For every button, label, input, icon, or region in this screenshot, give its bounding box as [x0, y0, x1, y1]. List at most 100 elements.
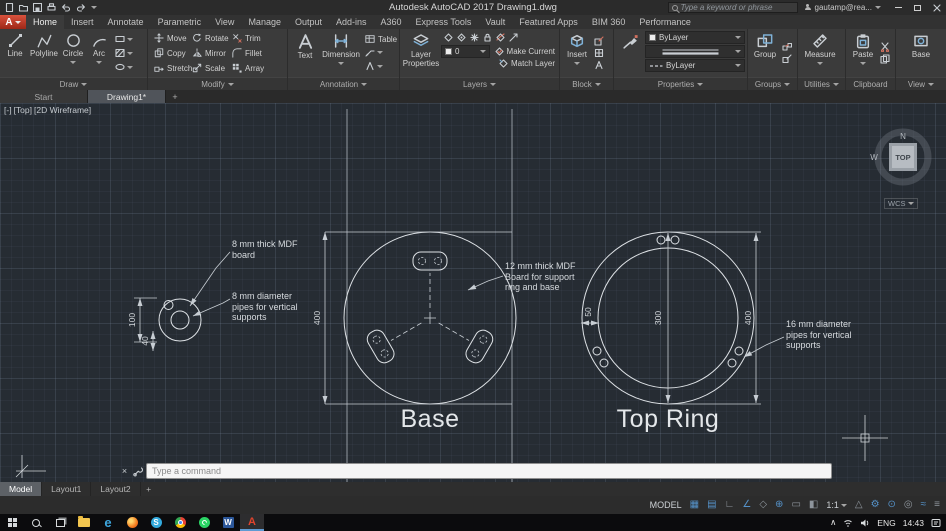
layer-isolate-icon[interactable] — [457, 33, 466, 42]
group-edit-icon[interactable] — [782, 54, 792, 64]
osnap-toggle[interactable]: ⊕ — [775, 500, 783, 510]
transparency-toggle[interactable]: ◧ — [809, 500, 818, 510]
file-explorer-button[interactable] — [72, 514, 96, 531]
tab-insert[interactable]: Insert — [64, 15, 101, 29]
leader-button[interactable] — [363, 46, 399, 58]
utilities-panel-label[interactable]: Utilities — [798, 77, 845, 90]
view-panel-label[interactable]: View — [896, 77, 946, 90]
note-12mm-mdf-board[interactable]: 12 mm thick MDF Board for support ring a… — [505, 261, 589, 293]
lineweight-dropdown[interactable] — [645, 45, 745, 58]
base-view[interactable]: 400 — [312, 231, 517, 405]
group-button[interactable]: Group — [750, 30, 780, 76]
block-edit-icon[interactable] — [594, 36, 604, 46]
model-space-canvas[interactable]: 100 40 400 300 50 400 TOP N W [-] [Top] … — [0, 103, 946, 482]
maximize-button[interactable] — [908, 0, 927, 15]
object-color-dropdown[interactable]: ByLayer — [645, 31, 745, 44]
draw-panel-label[interactable]: Draw — [0, 77, 147, 90]
new-layout-button[interactable]: + — [141, 482, 157, 496]
tab-addins[interactable]: Add-ins — [329, 15, 374, 29]
block-create-icon[interactable] — [594, 48, 604, 58]
properties-panel-label[interactable]: Properties — [614, 77, 747, 90]
clock[interactable]: 14:43 — [903, 518, 924, 528]
layout-tab-model[interactable]: Model — [0, 482, 43, 496]
dimension-button[interactable]: Dimension — [321, 30, 361, 76]
note-8mm-mdf-board[interactable]: 8 mm thick MDF board — [232, 239, 300, 260]
close-button[interactable] — [927, 0, 946, 15]
tab-bim360[interactable]: BIM 360 — [585, 15, 633, 29]
grid-toggle[interactable]: ▦ — [690, 500, 699, 510]
stretch-button[interactable]: Stretch — [152, 61, 192, 76]
trim-button[interactable]: Trim — [230, 31, 266, 46]
support-plate-detail[interactable]: 100 40 — [127, 251, 231, 351]
file-tab-drawing1[interactable]: Drawing1* — [88, 90, 166, 103]
edge-button[interactable]: e — [96, 514, 120, 531]
measure-button[interactable]: Measure — [800, 30, 840, 76]
annotation-visibility-toggle[interactable]: △ — [855, 500, 863, 510]
top-ring-title[interactable]: Top Ring — [617, 405, 720, 434]
scale-button[interactable]: Scale — [190, 61, 230, 76]
new-file-icon[interactable] — [5, 3, 14, 12]
word-button[interactable]: W — [216, 514, 240, 531]
command-customize-wrench-icon[interactable] — [133, 466, 144, 477]
graphics-performance-toggle[interactable]: ≈ — [921, 500, 927, 510]
copy-button[interactable]: Copy — [152, 46, 190, 61]
save-icon[interactable] — [33, 3, 42, 12]
account-signin[interactable]: gautamp@rea... — [804, 3, 881, 12]
line-button[interactable]: Line — [2, 30, 28, 76]
model-paper-toggle[interactable]: MODEL — [650, 500, 682, 510]
base-title[interactable]: Base — [401, 405, 460, 434]
table-button[interactable]: Table — [363, 34, 399, 44]
array-button[interactable]: Array — [230, 61, 266, 76]
layer-walk-icon[interactable] — [509, 33, 518, 42]
command-close-icon[interactable]: × — [118, 466, 131, 476]
top-ring-view[interactable]: 300 50 400 — [581, 231, 785, 405]
plot-icon[interactable] — [47, 3, 56, 12]
paste-button[interactable]: Paste — [848, 30, 878, 76]
tab-featured-apps[interactable]: Featured Apps — [512, 15, 585, 29]
whatsapp-button[interactable] — [192, 514, 216, 531]
skype-button[interactable]: S — [144, 514, 168, 531]
tab-performance[interactable]: Performance — [632, 15, 698, 29]
move-button[interactable]: Move — [152, 31, 190, 46]
isodraft-toggle[interactable]: ◇ — [759, 500, 767, 510]
firefox-button[interactable] — [120, 514, 144, 531]
minimize-button[interactable] — [889, 0, 908, 15]
viewcube[interactable]: TOP N W — [870, 128, 932, 186]
circle-button[interactable]: Circle — [60, 30, 86, 76]
base-view-button[interactable]: Base — [905, 30, 937, 76]
viewport-view-control[interactable]: [Top] — [14, 105, 32, 115]
action-center-icon[interactable] — [931, 518, 941, 528]
search-input[interactable] — [680, 3, 794, 12]
annotation-panel-label[interactable]: Annotation — [288, 77, 399, 90]
isolate-objects-button[interactable]: ◎ — [904, 500, 913, 510]
tab-view[interactable]: View — [208, 15, 241, 29]
layer-freeze-icon[interactable] — [470, 33, 479, 42]
block-attributes-icon[interactable] — [594, 60, 604, 70]
layout-tab-layout1[interactable]: Layout1 — [42, 482, 92, 496]
cut-icon[interactable] — [880, 42, 890, 52]
lineweight-toggle[interactable]: ▭ — [791, 500, 800, 510]
annotation-monitor-toggle[interactable]: ⊙ — [888, 500, 896, 510]
start-button[interactable] — [0, 514, 24, 531]
workspace-switcher[interactable]: ⚙ — [871, 500, 880, 510]
speaker-icon[interactable] — [860, 518, 870, 528]
network-icon[interactable] — [843, 518, 853, 528]
layer-off-icon[interactable] — [444, 33, 453, 42]
polyline-button[interactable]: Polyline — [29, 30, 59, 76]
linetype-dropdown[interactable]: ByLayer — [645, 59, 745, 72]
rectangle-button[interactable] — [113, 33, 135, 45]
task-view-button[interactable] — [48, 514, 72, 531]
snap-toggle[interactable]: ▤ — [707, 500, 716, 510]
make-current-button[interactable]: Make Current — [493, 47, 557, 56]
layer-properties-button[interactable]: Layer Properties — [402, 30, 440, 76]
new-drawing-tab-button[interactable]: + — [166, 90, 184, 103]
tab-parametric[interactable]: Parametric — [151, 15, 209, 29]
application-menu-button[interactable]: A — [0, 15, 26, 29]
customize-menu-button[interactable]: ≡ — [934, 500, 940, 510]
tab-a360[interactable]: A360 — [374, 15, 409, 29]
clipboard-panel-label[interactable]: Clipboard — [846, 77, 895, 90]
hatch-button[interactable] — [113, 47, 135, 59]
mirror-button[interactable]: Mirror — [190, 46, 230, 61]
language-indicator[interactable]: ENG — [877, 518, 895, 528]
taskbar-search-button[interactable] — [24, 514, 48, 531]
